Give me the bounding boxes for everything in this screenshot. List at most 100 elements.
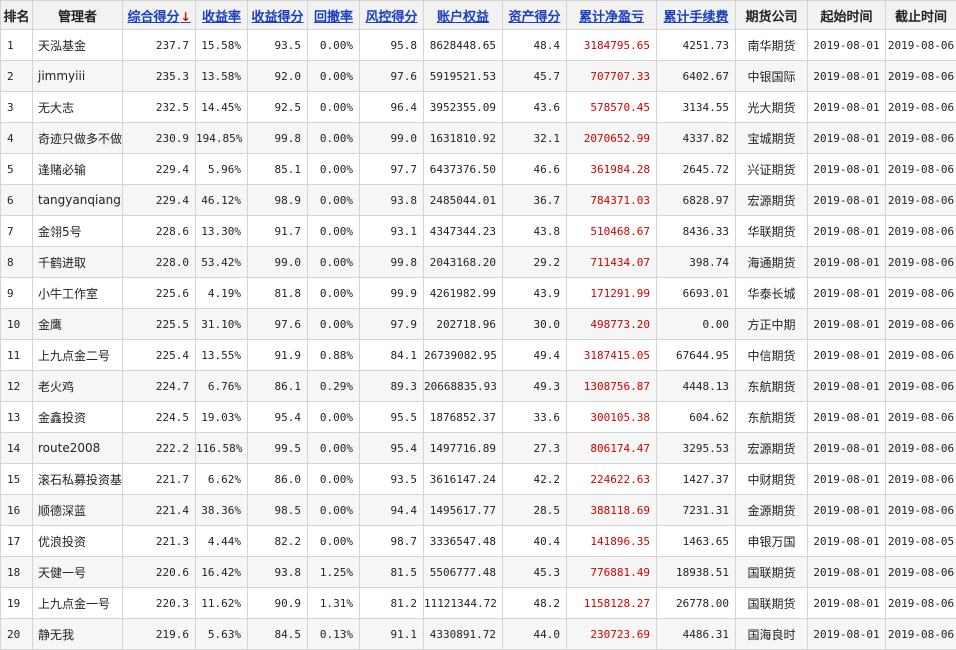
cell-fees: 8436.33 (657, 216, 736, 247)
cell-score: 220.6 (123, 557, 196, 588)
cell-end-time: 2019-08-06 (886, 154, 956, 185)
cell-equity: 6437376.50 (424, 154, 503, 185)
cell-equity: 1495617.77 (424, 495, 503, 526)
cell-return-rate: 15.58% (196, 30, 248, 61)
header-company: 期货公司 (736, 1, 808, 30)
cell-manager: 天健一号 (33, 557, 123, 588)
cell-score: 225.5 (123, 309, 196, 340)
cell-score: 224.7 (123, 371, 196, 402)
cell-fees: 3134.55 (657, 92, 736, 123)
cell-equity: 26739082.95 (424, 340, 503, 371)
cell-return-rate: 13.30% (196, 216, 248, 247)
cell-manager: 老火鸡 (33, 371, 123, 402)
cell-fees: 18938.51 (657, 557, 736, 588)
table-row: 13金鑫投资224.519.03%95.40.00%95.51876852.37… (1, 402, 956, 433)
header-asset-score-sort[interactable]: 资产得分 (503, 1, 567, 30)
cell-drawdown: 0.00% (308, 247, 360, 278)
cell-fees: 0.00 (657, 309, 736, 340)
cell-manager: route2008 (33, 433, 123, 464)
cell-equity: 2485044.01 (424, 185, 503, 216)
cell-company: 中信期货 (736, 340, 808, 371)
cell-rank: 14 (1, 433, 33, 464)
cell-return-score: 93.5 (248, 30, 308, 61)
cell-start-time: 2019-08-01 (808, 588, 886, 619)
cell-risk-score: 84.1 (360, 340, 424, 371)
cell-drawdown: 0.00% (308, 433, 360, 464)
cell-rank: 5 (1, 154, 33, 185)
cell-risk-score: 98.7 (360, 526, 424, 557)
cell-start-time: 2019-08-01 (808, 495, 886, 526)
cell-rank: 16 (1, 495, 33, 526)
cell-end-time: 2019-08-06 (886, 185, 956, 216)
header-fees-sort[interactable]: 累计手续费 (657, 1, 736, 30)
cell-end-time: 2019-08-06 (886, 123, 956, 154)
cell-return-score: 93.8 (248, 557, 308, 588)
cell-return-rate: 13.58% (196, 61, 248, 92)
cell-asset-score: 28.5 (503, 495, 567, 526)
cell-score: 224.5 (123, 402, 196, 433)
cell-net-profit: 498773.20 (567, 309, 657, 340)
cell-score: 221.7 (123, 464, 196, 495)
cell-score: 237.7 (123, 30, 196, 61)
cell-risk-score: 97.9 (360, 309, 424, 340)
cell-company: 光大期货 (736, 92, 808, 123)
table-row: 12老火鸡224.76.76%86.10.29%89.320668835.934… (1, 371, 956, 402)
cell-return-score: 85.1 (248, 154, 308, 185)
cell-fees: 604.62 (657, 402, 736, 433)
cell-net-profit: 510468.67 (567, 216, 657, 247)
cell-risk-score: 95.5 (360, 402, 424, 433)
cell-equity: 5506777.48 (424, 557, 503, 588)
cell-risk-score: 93.1 (360, 216, 424, 247)
cell-company: 兴证期货 (736, 154, 808, 185)
cell-drawdown: 0.00% (308, 30, 360, 61)
header-score-sort[interactable]: 综合得分↓ (123, 1, 196, 30)
cell-fees: 398.74 (657, 247, 736, 278)
cell-return-rate: 11.62% (196, 588, 248, 619)
header-risk-score-sort[interactable]: 风控得分 (360, 1, 424, 30)
cell-equity: 3952355.09 (424, 92, 503, 123)
cell-drawdown: 0.00% (308, 278, 360, 309)
header-equity-sort[interactable]: 账户权益 (424, 1, 503, 30)
header-start-time: 起始时间 (808, 1, 886, 30)
header-net-profit-sort[interactable]: 累计净盈亏 (567, 1, 657, 30)
cell-rank: 2 (1, 61, 33, 92)
cell-equity: 20668835.93 (424, 371, 503, 402)
cell-company: 中财期货 (736, 464, 808, 495)
cell-score: 228.0 (123, 247, 196, 278)
cell-equity: 8628448.65 (424, 30, 503, 61)
cell-company: 南华期货 (736, 30, 808, 61)
header-manager: 管理者 (33, 1, 123, 30)
cell-company: 东航期货 (736, 371, 808, 402)
header-return-rate-sort[interactable]: 收益率 (196, 1, 248, 30)
cell-rank: 3 (1, 92, 33, 123)
cell-start-time: 2019-08-01 (808, 185, 886, 216)
cell-net-profit: 171291.99 (567, 278, 657, 309)
cell-rank: 9 (1, 278, 33, 309)
cell-rank: 19 (1, 588, 33, 619)
cell-asset-score: 45.7 (503, 61, 567, 92)
table-row: 14route2008222.2116.58%99.50.00%95.41497… (1, 433, 956, 464)
header-return-score-sort[interactable]: 收益得分 (248, 1, 308, 30)
cell-return-rate: 31.10% (196, 309, 248, 340)
table-row: 2jimmyiii235.313.58%92.00.00%97.65919521… (1, 61, 956, 92)
cell-end-time: 2019-08-06 (886, 495, 956, 526)
cell-score: 220.3 (123, 588, 196, 619)
cell-equity: 2043168.20 (424, 247, 503, 278)
cell-net-profit: 300105.38 (567, 402, 657, 433)
table-row: 1天泓基金237.715.58%93.50.00%95.88628448.654… (1, 30, 956, 61)
cell-start-time: 2019-08-01 (808, 557, 886, 588)
header-score-label: 综合得分 (127, 10, 179, 25)
header-drawdown-sort[interactable]: 回撤率 (308, 1, 360, 30)
cell-net-profit: 2070652.99 (567, 123, 657, 154)
header-rank: 排名 (1, 1, 33, 30)
cell-drawdown: 1.31% (308, 588, 360, 619)
cell-equity: 5919521.53 (424, 61, 503, 92)
table-row: 8千鹤进取228.053.42%99.00.00%99.82043168.202… (1, 247, 956, 278)
cell-return-score: 99.5 (248, 433, 308, 464)
cell-asset-score: 49.3 (503, 371, 567, 402)
cell-company: 国联期货 (736, 557, 808, 588)
cell-return-score: 98.5 (248, 495, 308, 526)
cell-return-score: 91.7 (248, 216, 308, 247)
cell-end-time: 2019-08-06 (886, 247, 956, 278)
cell-return-rate: 6.62% (196, 464, 248, 495)
